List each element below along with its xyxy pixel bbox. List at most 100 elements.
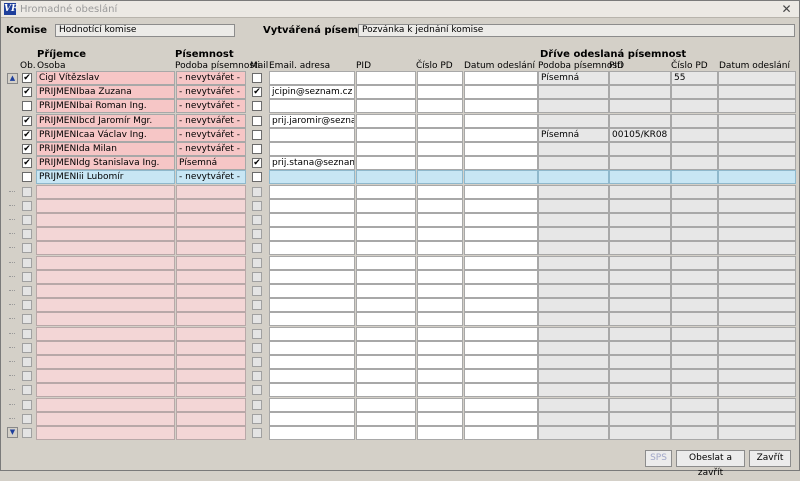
prev-pid-cell[interactable]	[609, 213, 671, 227]
pid-input[interactable]	[356, 355, 416, 369]
osoba-cell[interactable]: PRIJMENIcaa Václav Ing.	[36, 127, 175, 142]
prev-pid-cell[interactable]	[609, 156, 671, 171]
mail-checkbox[interactable]	[252, 357, 262, 367]
email-input[interactable]	[269, 269, 355, 284]
osoba-cell[interactable]: Cigl Vítězslav	[36, 71, 175, 85]
mail-checkbox[interactable]	[252, 385, 262, 396]
prev-cislo-cell[interactable]	[671, 340, 718, 355]
prev-datum-cell[interactable]	[718, 213, 796, 227]
mail-checkbox[interactable]	[252, 101, 262, 112]
osoba-cell[interactable]: PRIJMENIdg Stanislava Ing.	[36, 156, 175, 171]
prev-cislo-cell[interactable]	[671, 127, 718, 142]
empty-row[interactable]	[1, 340, 800, 355]
pid-input[interactable]	[356, 312, 416, 327]
datum-input[interactable]	[464, 99, 538, 114]
ob-checkbox[interactable]	[22, 257, 32, 268]
email-input[interactable]	[269, 298, 355, 313]
prev-pid-cell[interactable]	[609, 227, 671, 242]
prev-cislo-cell[interactable]	[671, 397, 718, 412]
prev-datum-cell[interactable]	[718, 170, 796, 185]
prev-podoba-cell[interactable]	[538, 326, 609, 341]
prev-cislo-cell[interactable]	[671, 284, 718, 298]
cislo-pd-input[interactable]	[417, 113, 463, 128]
cislo-pd-input[interactable]	[417, 241, 463, 256]
prev-pid-cell[interactable]	[609, 383, 671, 398]
datum-input[interactable]	[464, 298, 538, 313]
osoba-cell[interactable]	[36, 312, 175, 327]
empty-row[interactable]	[1, 184, 800, 199]
prev-pid-cell[interactable]	[609, 340, 671, 355]
table-row[interactable]: ✔ PRIJMENIcaa Václav Ing. - nevytvářet - Pí…	[1, 127, 800, 142]
datum-input[interactable]	[464, 170, 538, 185]
pid-input[interactable]	[356, 113, 416, 128]
ob-checkbox[interactable]: ✔	[22, 158, 32, 169]
email-input[interactable]	[269, 227, 355, 242]
prev-datum-cell[interactable]	[718, 85, 796, 100]
mail-checkbox[interactable]	[252, 144, 262, 154]
podoba-select[interactable]: - nevytvářet -	[176, 170, 246, 185]
prev-pid-cell[interactable]	[609, 426, 671, 440]
ob-checkbox[interactable]	[22, 101, 32, 112]
prev-cislo-cell[interactable]	[671, 426, 718, 440]
datum-input[interactable]	[464, 426, 538, 440]
prev-cislo-cell[interactable]	[671, 326, 718, 341]
datum-input[interactable]	[464, 85, 538, 100]
podoba-select[interactable]	[176, 397, 246, 412]
pid-input[interactable]	[356, 326, 416, 341]
email-input[interactable]	[269, 426, 355, 440]
prev-podoba-cell[interactable]	[538, 184, 609, 199]
table-row[interactable]: ✔ PRIJMENIbaa Zuzana - nevytvářet - ✔ jcipin…	[1, 85, 800, 100]
pid-input[interactable]	[356, 411, 416, 426]
table-row[interactable]: PRIJMENIbai Roman Ing. - nevytvářet -	[1, 99, 800, 114]
prev-podoba-cell[interactable]: Písemná	[538, 71, 609, 85]
prev-cislo-cell[interactable]	[671, 99, 718, 114]
prev-podoba-cell[interactable]	[538, 340, 609, 355]
prev-datum-cell[interactable]	[718, 355, 796, 369]
cislo-pd-input[interactable]	[417, 269, 463, 284]
mail-checkbox[interactable]	[252, 229, 262, 240]
email-input[interactable]	[269, 255, 355, 270]
pid-input[interactable]	[356, 298, 416, 313]
cislo-pd-input[interactable]	[417, 298, 463, 313]
prev-cislo-cell[interactable]: 55	[671, 71, 718, 85]
mail-checkbox[interactable]	[252, 342, 262, 353]
prev-cislo-cell[interactable]	[671, 411, 718, 426]
podoba-select[interactable]	[176, 213, 246, 227]
datum-input[interactable]	[464, 340, 538, 355]
prev-podoba-cell[interactable]	[538, 411, 609, 426]
datum-input[interactable]	[464, 142, 538, 156]
empty-row[interactable]	[1, 312, 800, 327]
email-input[interactable]	[269, 340, 355, 355]
mail-checkbox[interactable]	[252, 115, 262, 126]
empty-row[interactable]	[1, 383, 800, 398]
table-row[interactable]: ✔ Cigl Vítězslav - nevytvářet - Písemná 55	[1, 71, 800, 85]
empty-row[interactable]	[1, 284, 800, 298]
prev-cislo-cell[interactable]	[671, 170, 718, 185]
osoba-cell[interactable]	[36, 241, 175, 256]
prev-podoba-cell[interactable]	[538, 369, 609, 384]
prev-pid-cell[interactable]: 00105/KR08	[609, 127, 671, 142]
podoba-select[interactable]	[176, 355, 246, 369]
prev-pid-cell[interactable]	[609, 113, 671, 128]
pid-input[interactable]	[356, 156, 416, 171]
osoba-cell[interactable]	[36, 426, 175, 440]
prev-podoba-cell[interactable]	[538, 284, 609, 298]
prev-pid-cell[interactable]	[609, 284, 671, 298]
ob-checkbox[interactable]	[22, 399, 32, 410]
podoba-select[interactable]	[176, 184, 246, 199]
prev-datum-cell[interactable]	[718, 284, 796, 298]
cislo-pd-input[interactable]	[417, 170, 463, 185]
osoba-cell[interactable]	[36, 284, 175, 298]
prev-podoba-cell[interactable]	[538, 269, 609, 284]
ob-checkbox[interactable]	[22, 243, 32, 254]
podoba-select[interactable]	[176, 383, 246, 398]
prev-podoba-cell[interactable]	[538, 170, 609, 185]
mail-checkbox[interactable]	[252, 286, 262, 296]
prev-datum-cell[interactable]	[718, 127, 796, 142]
cislo-pd-input[interactable]	[417, 284, 463, 298]
prev-pid-cell[interactable]	[609, 355, 671, 369]
osoba-cell[interactable]	[36, 198, 175, 213]
prev-datum-cell[interactable]	[718, 198, 796, 213]
pid-input[interactable]	[356, 170, 416, 185]
datum-input[interactable]	[464, 255, 538, 270]
